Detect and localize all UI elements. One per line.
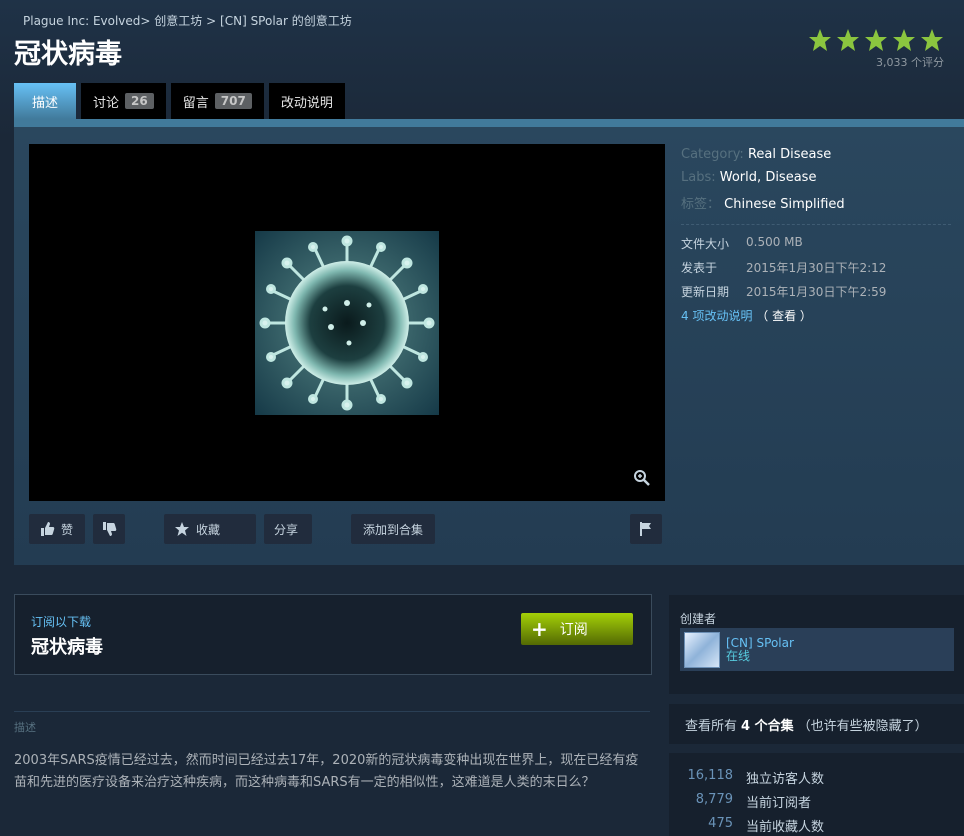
view-collections-link[interactable]: 查看所有 4 个合集 （也许有些被隐藏了） — [669, 704, 964, 744]
stat-unique-visitors: 16,118 独立访客人数 — [687, 768, 825, 787]
file-size-row: 文件大小 0.500 MB — [681, 235, 803, 251]
rating: 3,033 个评分 — [808, 28, 944, 70]
rating-count: 3,033 个评分 — [876, 56, 944, 69]
labs-value-disease[interactable]: Disease — [765, 170, 816, 185]
page-title: 冠状病毒 — [14, 39, 122, 70]
labs-row: Labs: World, Disease — [681, 170, 817, 185]
tab-change-notes[interactable]: 改动说明 — [268, 83, 345, 119]
subscribe-hint: 订阅以下载 — [31, 615, 92, 629]
creator-label: 创建者 — [680, 612, 717, 626]
tab-discussions[interactable]: 讨论 26 — [81, 83, 166, 119]
star-icon — [921, 29, 943, 51]
category-row: Category: Real Disease — [681, 147, 832, 162]
plus-icon: + — [531, 617, 548, 641]
category-value[interactable]: Real Disease — [748, 147, 831, 162]
tab-description[interactable]: 描述 — [14, 83, 77, 119]
thumbs-up-icon — [41, 522, 55, 536]
zoom-icon[interactable] — [633, 469, 651, 487]
breadcrumb-game[interactable]: Plague Inc: Evolved — [23, 14, 140, 28]
creator-card[interactable]: [CN] SPolar 在线 — [680, 628, 954, 671]
share-button[interactable]: 分享 — [264, 514, 312, 544]
stat-favorites: 475 当前收藏人数 — [708, 816, 825, 835]
star-icon — [837, 29, 859, 51]
add-to-collection-button[interactable]: 添加到合集 — [351, 514, 435, 544]
tag-value[interactable]: Chinese Simplified — [724, 197, 845, 212]
updated-row: 更新日期 2015年1月30日下午2:59 — [681, 285, 887, 299]
favorite-button[interactable]: 收藏 — [164, 514, 256, 544]
tab-bar: 描述 讨论 26 留言 707 改动说明 — [14, 83, 345, 119]
divider — [14, 711, 650, 712]
main-panel: 赞 收藏 分享 添加到合集 Category: Real Disease Lab… — [14, 127, 964, 565]
star-icon — [809, 29, 831, 51]
virus-preview-image[interactable] — [255, 231, 439, 415]
star-outline-icon — [175, 522, 189, 536]
star-icon — [865, 29, 887, 51]
breadcrumb: Plague Inc: Evolved> 创意工坊 > [CN] SPolar … — [23, 14, 352, 28]
breadcrumb-workshop[interactable]: 创意工坊 — [154, 14, 202, 28]
description-label: 描述 — [14, 721, 36, 734]
star-icon — [893, 29, 915, 51]
creator-name[interactable]: [CN] SPolar — [726, 636, 794, 650]
labs-value-world[interactable]: World — [720, 170, 757, 185]
view-change-notes-link[interactable]: （ 查看 ） — [756, 309, 812, 323]
divider — [681, 224, 951, 225]
dislike-button[interactable] — [93, 514, 125, 544]
rating-stars — [808, 28, 944, 52]
workshop-page: Plague Inc: Evolved> 创意工坊 > [CN] SPolar … — [0, 0, 964, 836]
creator-status: 在线 — [726, 648, 751, 663]
subscribe-box: 订阅以下载 冠状病毒 + 订阅 — [14, 594, 652, 675]
tags-row: 标签： Chinese Simplified — [681, 197, 845, 212]
stats-box: 16,118 独立访客人数 8,779 当前订阅者 475 当前收藏人数 — [669, 753, 964, 836]
breadcrumb-author-workshop[interactable]: [CN] SPolar 的创意工坊 — [220, 14, 352, 28]
description-body: 2003年SARS疫情已经过去，然而时间已经过去17年，2020新的冠状病毒变种… — [14, 753, 639, 790]
thumbs-down-icon — [103, 522, 117, 536]
change-notes-count-link[interactable]: 4 项改动说明 — [681, 309, 752, 323]
subscribe-title: 冠状病毒 — [31, 637, 103, 658]
avatar[interactable] — [684, 631, 720, 668]
report-button[interactable] — [630, 514, 662, 544]
posted-row: 发表于 2015年1月30日下午2:12 — [681, 261, 887, 275]
tab-count-badge: 707 — [214, 93, 252, 109]
preview-area[interactable] — [29, 144, 665, 501]
tab-comments[interactable]: 留言 707 — [170, 83, 264, 119]
flag-icon — [640, 522, 651, 536]
stat-subscribers: 8,779 当前订阅者 — [695, 792, 812, 811]
creator-box: 创建者 [CN] SPolar 在线 — [669, 595, 964, 694]
like-button[interactable]: 赞 — [29, 514, 85, 544]
tab-count-badge: 26 — [125, 93, 154, 109]
tab-stripe — [14, 119, 964, 127]
change-notes-link: 4 项改动说明 （ 查看 ） — [681, 307, 951, 324]
details-panel: Category: Real Disease Labs: World, Dise… — [681, 147, 951, 324]
subscribe-button[interactable]: + 订阅 — [521, 613, 633, 645]
